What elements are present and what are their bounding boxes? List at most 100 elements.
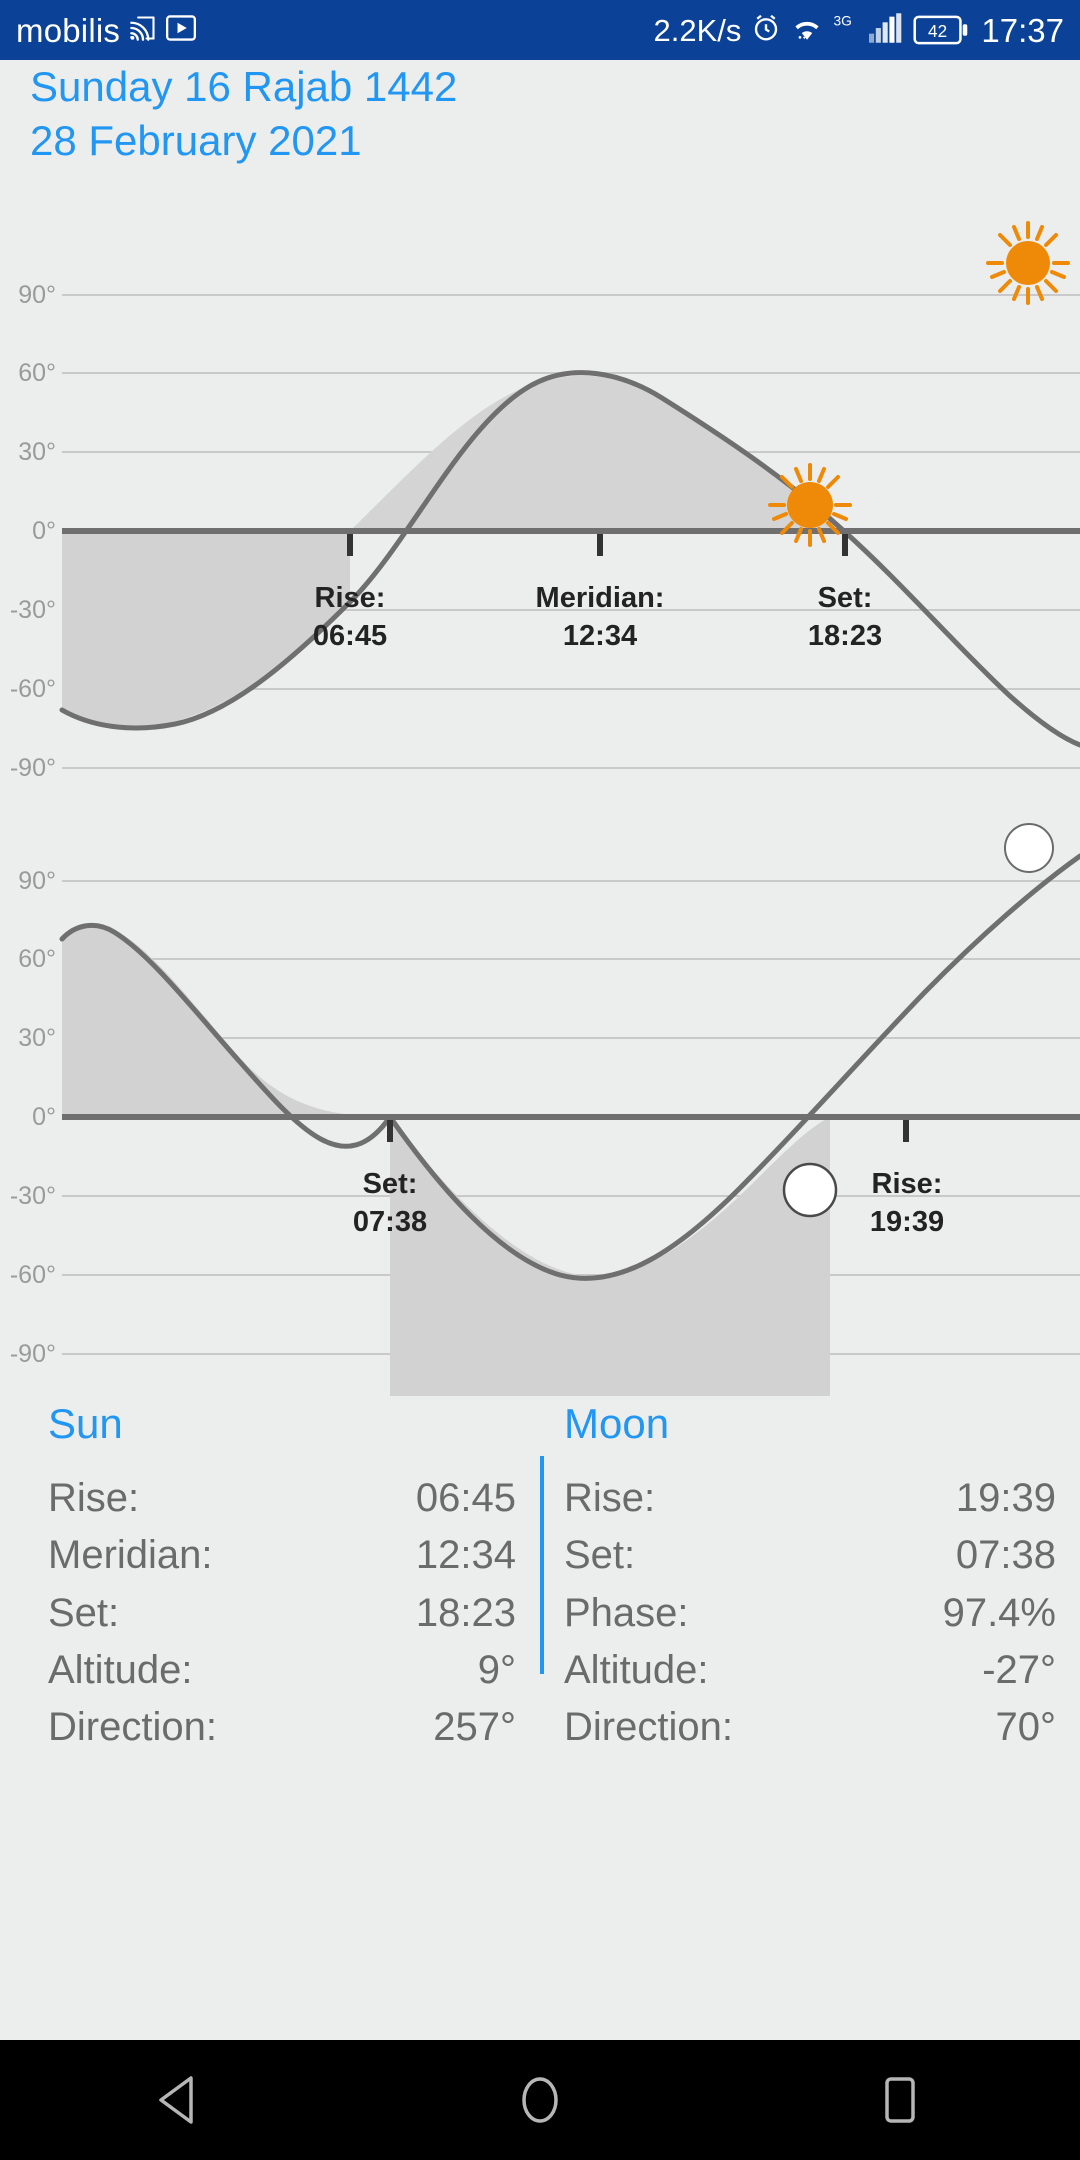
sun-event-ticks	[347, 534, 848, 556]
sun-event-set: Set: 18:23	[808, 582, 882, 652]
date-header: Sunday 16 Rajab 1442 28 February 2021	[30, 60, 457, 168]
wifi-icon	[791, 14, 823, 47]
gregorian-date-label: 28 February 2021	[30, 116, 362, 164]
alarm-icon	[751, 13, 781, 48]
home-button[interactable]	[470, 2040, 610, 2160]
sun-event-meridian: Meridian: 12:34	[536, 582, 665, 652]
svg-text:30°: 30°	[18, 1024, 56, 1052]
signal-bars-icon	[869, 12, 903, 48]
network-type-label: 3G	[833, 13, 859, 48]
moon-rise-value: 19:39	[955, 1476, 1056, 1521]
sun-set-label: Set:	[818, 582, 873, 614]
svg-text:-90°: -90°	[10, 1340, 56, 1368]
moon-rise-time: 19:39	[870, 1206, 944, 1238]
svg-text:3G: 3G	[834, 13, 852, 28]
sun-meridian-label: Meridian:	[536, 582, 665, 614]
sun-row-meridian: Meridian: 12:34	[48, 1527, 516, 1584]
clock-label: 17:37	[981, 11, 1064, 49]
moon-row-phase: Phase: 97.4%	[564, 1585, 1056, 1642]
sun-row-direction: Direction: 257°	[48, 1699, 516, 1756]
sun-set-value: 18:23	[415, 1590, 516, 1635]
sun-meridian-key: Meridian:	[48, 1533, 213, 1578]
moon-row-rise: Rise: 19:39	[564, 1470, 1056, 1527]
moon-phase-value: 97.4%	[942, 1590, 1056, 1635]
moon-icon	[1004, 823, 1054, 873]
sun-rise-value: 06:45	[415, 1476, 516, 1521]
moon-set-time: 07:38	[353, 1206, 427, 1238]
moon-set-value: 07:38	[955, 1533, 1056, 1578]
svg-text:-60°: -60°	[10, 1261, 56, 1289]
sun-direction-value: 257°	[433, 1705, 516, 1750]
svg-text:-30°: -30°	[10, 596, 56, 624]
sun-rise-time: 06:45	[313, 620, 387, 652]
sun-rise-label: Rise:	[315, 582, 386, 614]
sun-altitude-key: Altitude:	[48, 1647, 193, 1692]
back-triangle-icon	[159, 2076, 193, 2124]
moon-direction-value: 70°	[995, 1705, 1057, 1750]
moon-row-altitude: Altitude: -27°	[564, 1642, 1056, 1699]
play-icon	[166, 14, 197, 46]
moon-phase-key: Phase:	[564, 1590, 689, 1635]
svg-text:60°: 60°	[18, 359, 56, 387]
hijri-date-label: Sunday 16 Rajab 1442	[30, 63, 458, 110]
svg-text:60°: 60°	[18, 945, 56, 973]
navigation-bar	[0, 2040, 1080, 2160]
moon-event-rise: Rise: 19:39	[870, 1168, 944, 1238]
astronomy-tables: Sun Rise: 06:45 Meridian: 12:34 Set: 18:…	[0, 1400, 1080, 1756]
svg-text:0°: 0°	[32, 517, 56, 545]
moon-below-horizon-band	[390, 1117, 830, 1396]
moon-altitude-key: Altitude:	[564, 1647, 709, 1692]
moon-altitude-value: -27°	[982, 1647, 1056, 1692]
svg-text:90°: 90°	[18, 867, 56, 895]
sun-icon	[986, 221, 1070, 305]
cast-icon	[128, 14, 158, 47]
battery-level-label: 42	[928, 21, 947, 41]
home-circle-icon	[522, 2077, 558, 2123]
sun-meridian-time: 12:34	[563, 620, 637, 652]
svg-text:-60°: -60°	[10, 675, 56, 703]
moon-above-horizon-band	[62, 925, 390, 1117]
sun-altitude-value: 9°	[477, 1647, 516, 1692]
sun-row-altitude: Altitude: 9°	[48, 1642, 516, 1699]
sun-row-set: Set: 18:23	[48, 1585, 516, 1642]
moon-row-set: Set: 07:38	[564, 1527, 1056, 1584]
sun-set-key: Set:	[48, 1590, 120, 1635]
moon-table: Moon Rise: 19:39 Set: 07:38 Phase: 97.4%…	[540, 1400, 1080, 1756]
status-bar-left: mobilis	[16, 11, 197, 49]
svg-text:90°: 90°	[18, 281, 56, 309]
sun-direction-key: Direction:	[48, 1705, 217, 1750]
sun-daylight-band	[62, 531, 350, 728]
sun-table-title: Sun	[48, 1400, 123, 1447]
moon-marker	[782, 1162, 838, 1218]
sun-altitude-chart[interactable]: 90° 60° 30° 0° -30° -60° -90° Rise: 06:4…	[0, 210, 1080, 810]
svg-text:30°: 30°	[18, 438, 56, 466]
sun-table: Sun Rise: 06:45 Meridian: 12:34 Set: 18:…	[0, 1400, 540, 1756]
svg-text:-30°: -30°	[10, 1182, 56, 1210]
network-speed-label: 2.2K/s	[653, 12, 742, 48]
table-divider	[540, 1456, 544, 1674]
moon-table-title: Moon	[564, 1400, 670, 1447]
moon-set-label: Set:	[363, 1168, 418, 1200]
sun-marker	[768, 463, 852, 547]
sun-meridian-value: 12:34	[415, 1533, 516, 1578]
moon-event-ticks	[387, 1120, 909, 1142]
moon-rise-label: Rise:	[872, 1168, 943, 1200]
sun-chart-yaxis-labels: 90° 60° 30° 0° -30° -60° -90°	[10, 281, 56, 782]
recents-button[interactable]	[830, 2040, 970, 2160]
moon-row-direction: Direction: 70°	[564, 1699, 1056, 1756]
back-button[interactable]	[110, 2040, 250, 2160]
moon-altitude-chart[interactable]: 90° 60° 30° 0° -30° -60° -90° Set: 07:38	[0, 796, 1080, 1396]
recents-square-icon	[885, 2077, 915, 2123]
sun-rise-key: Rise:	[48, 1476, 140, 1521]
sun-chart-svg: 90° 60° 30° 0° -30° -60° -90° Rise: 06:4…	[10, 221, 1080, 782]
moon-chart-yaxis-labels: 90° 60° 30° 0° -30° -60° -90°	[10, 867, 56, 1368]
app-screen: mobilis 2.2K/s 3G 42 17:37 Sunday 16 Raj…	[0, 0, 1080, 2160]
moon-set-key: Set:	[564, 1533, 636, 1578]
moon-direction-key: Direction:	[564, 1705, 733, 1750]
battery-icon: 42	[913, 14, 969, 46]
sun-set-time: 18:23	[808, 620, 882, 652]
moon-rise-key: Rise:	[564, 1476, 656, 1521]
status-bar: mobilis 2.2K/s 3G 42 17:37	[0, 0, 1080, 60]
carrier-label: mobilis	[16, 11, 121, 49]
svg-text:0°: 0°	[32, 1103, 56, 1131]
